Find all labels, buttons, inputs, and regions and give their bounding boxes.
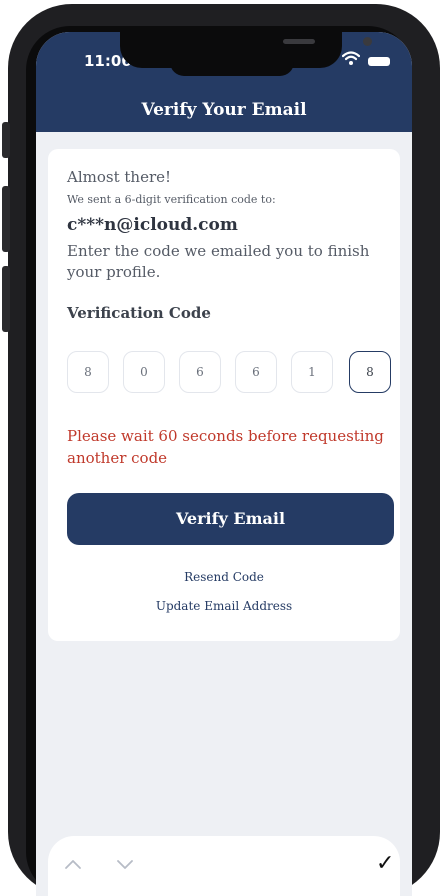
chevron-up-icon[interactable]: [64, 858, 82, 870]
mute-switch: [2, 122, 10, 158]
card-heading: Almost there!: [67, 168, 172, 186]
sent-code-text: We sent a 6-digit verification code to:: [67, 193, 276, 206]
code-digit-1[interactable]: 8: [67, 351, 109, 393]
code-label: Verification Code: [67, 304, 211, 322]
masked-email: c***n@icloud.com: [67, 215, 238, 235]
code-digit-5[interactable]: 1: [291, 351, 333, 393]
verify-email-button[interactable]: Verify Email: [67, 493, 394, 545]
keyboard-toolbar: ✓: [48, 836, 400, 896]
instructions-text: Enter the code we emailed you to finish …: [67, 242, 370, 281]
error-message: Please wait 60 seconds before requesting…: [67, 427, 384, 467]
battery-icon: [368, 57, 390, 66]
app-screen: 11:06 .... Verify Your Email Almost ther…: [36, 32, 412, 896]
code-digit-4[interactable]: 6: [235, 351, 277, 393]
chevron-down-icon[interactable]: [116, 858, 134, 870]
checkmark-icon[interactable]: ✓: [376, 851, 394, 876]
update-email-link[interactable]: Update Email Address: [48, 599, 400, 613]
code-digit-3[interactable]: 6: [179, 351, 221, 393]
page-title: Verify Your Email: [141, 100, 307, 120]
code-digit-6[interactable]: 8: [349, 351, 391, 393]
wifi-icon: [342, 51, 360, 65]
volume-down-button: [2, 266, 10, 332]
app-header: 11:06 .... Verify Your Email: [36, 32, 412, 132]
front-camera: [363, 37, 372, 46]
speaker-grille: [283, 39, 315, 44]
verify-card: Almost there! We sent a 6-digit verifica…: [48, 149, 400, 641]
code-digit-2[interactable]: 0: [123, 351, 165, 393]
volume-up-button: [2, 186, 10, 252]
resend-code-link[interactable]: Resend Code: [48, 570, 400, 584]
device-notch-lower: [170, 62, 294, 76]
